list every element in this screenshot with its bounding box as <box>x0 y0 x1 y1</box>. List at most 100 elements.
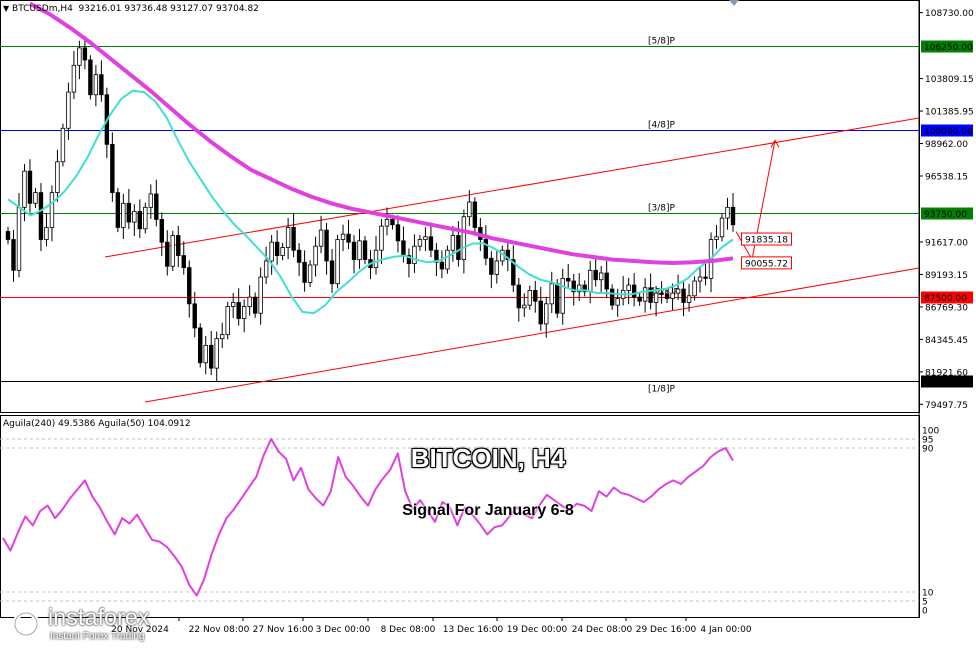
candle-body <box>450 235 456 251</box>
candle-body <box>302 261 307 283</box>
price-tick-label: 91617.00 <box>925 238 968 248</box>
price-tick-label: 81921.60 <box>925 368 968 378</box>
candle-body <box>170 235 175 267</box>
candle-body <box>71 64 77 93</box>
candle-body <box>686 295 692 303</box>
annotation-text: 90055.72 <box>745 259 788 269</box>
candle-body <box>296 249 302 263</box>
candle-body <box>38 192 44 240</box>
candle-body <box>593 269 598 281</box>
candle-body <box>615 298 620 306</box>
logo-name: instaforex <box>48 604 150 630</box>
symbol-label: BTCUSDm,H4 <box>12 4 73 14</box>
candle-body <box>55 161 60 193</box>
candle-body <box>417 239 423 247</box>
candle-body <box>340 233 346 240</box>
candle-body <box>88 59 93 96</box>
candle-body <box>335 239 340 285</box>
candle-body <box>626 284 631 291</box>
candle-body <box>719 217 725 238</box>
candle-body <box>329 260 335 285</box>
candle-body <box>307 264 313 283</box>
price-tick-label: 84345.45 <box>925 336 968 346</box>
candle-body <box>198 327 203 364</box>
candle-body <box>456 235 461 260</box>
candle-body <box>384 218 390 227</box>
candle-body <box>176 235 181 256</box>
candle-body <box>664 294 670 299</box>
candle-body <box>472 201 478 228</box>
candle-body <box>428 236 434 251</box>
candle-body <box>653 292 659 303</box>
candle-body <box>33 192 38 204</box>
level-price-text: 100000.00 <box>924 127 973 137</box>
candle-body <box>313 245 318 266</box>
candle-body <box>66 91 71 129</box>
candle-body <box>143 206 148 230</box>
candle-body <box>44 227 49 240</box>
candle-body <box>642 287 648 302</box>
time-label: 22 Nov 08:00 <box>189 625 250 635</box>
candle-body <box>181 255 186 269</box>
price-tick-label: 103809.15 <box>925 75 974 85</box>
candle-body <box>60 127 66 163</box>
candle-body <box>703 276 708 279</box>
level-label: [1/8]P <box>648 385 676 395</box>
candle-body <box>99 74 104 96</box>
candle-body <box>527 290 532 306</box>
candle-body <box>544 303 549 325</box>
candle-body <box>439 261 445 270</box>
candle-body <box>549 283 554 305</box>
candle-body <box>351 241 357 260</box>
level-label: [4/8]P <box>648 121 676 131</box>
candle-body <box>247 296 252 307</box>
level-label: [3/8]P <box>648 204 676 214</box>
logo-tagline: Instant Forex Trading <box>50 631 145 642</box>
candle-body <box>241 306 247 319</box>
price-tick-label: 101385.95 <box>925 108 974 118</box>
level-label: [5/8]P <box>648 37 676 47</box>
candle-body <box>379 225 384 251</box>
candle-body <box>22 170 27 208</box>
candle-body <box>659 292 664 295</box>
chart-subtitle: Signal For January 6-8 <box>402 502 574 519</box>
time-label: 27 Nov 16:00 <box>253 625 314 635</box>
candle-body <box>560 277 565 314</box>
logo-icon <box>8 606 44 642</box>
candle-body <box>390 218 395 226</box>
candle-body <box>324 229 329 262</box>
candle-body <box>675 288 681 294</box>
indicator-label: Aguila(240) 49.5386 Aguila(50) 104.0912 <box>3 419 191 429</box>
price-tick-label: 98962.00 <box>925 140 968 150</box>
candle-body <box>566 277 571 282</box>
level-price-text: 93750.00 <box>924 210 967 220</box>
dropdown-icon[interactable]: ▼ <box>3 4 9 13</box>
candle-body <box>159 218 164 243</box>
candle-body <box>93 74 99 96</box>
candle-body <box>165 241 170 267</box>
candle-body <box>154 193 159 220</box>
time-label: 19 Dec 00:00 <box>507 625 568 635</box>
candle-body <box>209 344 214 369</box>
candle-body <box>362 240 368 260</box>
candle-body <box>77 47 82 66</box>
chart-title: BITCOIN, H4 <box>410 443 566 473</box>
chart-canvas: [5/8]P 106250.00 [4/8]P 100000.00 [3/8]P 9375… <box>0 0 974 635</box>
candle-body <box>49 192 55 228</box>
candle-body <box>126 202 132 223</box>
candle-body <box>137 210 143 230</box>
candle-body <box>274 241 280 256</box>
candle-body <box>318 229 324 247</box>
candle-body <box>214 338 219 369</box>
candle-body <box>357 240 362 260</box>
candle-body <box>423 236 428 240</box>
candle-body <box>291 227 296 251</box>
price-tick-label: 108730.00 <box>925 9 974 19</box>
candle-body <box>110 143 115 194</box>
candle-body <box>467 201 472 218</box>
candle-body <box>225 306 230 336</box>
time-label: 13 Dec 16:00 <box>443 625 504 635</box>
candle-body <box>445 249 450 270</box>
candle-body <box>280 247 285 256</box>
candle-body <box>681 288 686 303</box>
